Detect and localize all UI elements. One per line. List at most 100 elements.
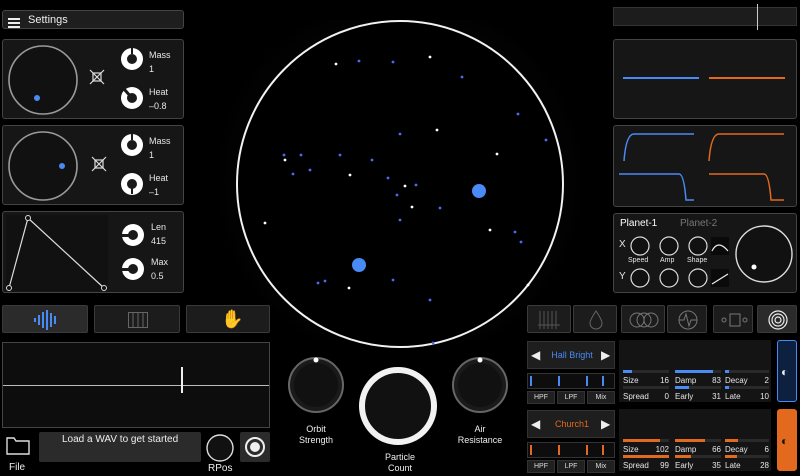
particle (544, 138, 548, 142)
y-amp-knob[interactable] (658, 267, 680, 289)
reverb-2-lpf-button[interactable]: LPF (557, 460, 585, 473)
reverb-param[interactable]: Spread 99 (623, 455, 669, 471)
x-shape-knob[interactable] (687, 235, 709, 257)
planet-1-body[interactable] (472, 184, 486, 198)
reverb-param[interactable]: Damp 66 (675, 439, 721, 455)
delay-mode-button[interactable] (713, 305, 753, 333)
simulation-canvas[interactable] (230, 20, 570, 350)
len-knob[interactable] (120, 222, 146, 248)
line-shape-icon (711, 269, 729, 287)
mass-label: Mass (149, 136, 171, 146)
reverb-param[interactable]: Decay 2 (725, 370, 769, 386)
drop-mode-button[interactable] (573, 305, 617, 333)
heat-label: Heat (149, 87, 169, 97)
particle (526, 283, 530, 287)
reverb-param[interactable]: Size 102 (623, 439, 669, 455)
half-circle-icon: ◐ (781, 365, 789, 379)
waveform-icon (34, 310, 56, 330)
waveform-mode-button[interactable] (2, 305, 88, 333)
param-name: Late (725, 392, 741, 401)
tab-planet-1[interactable]: Planet-1 (620, 218, 657, 229)
link-icon[interactable] (89, 154, 109, 179)
air-resistance-knob[interactable] (450, 355, 510, 415)
reverb-param[interactable]: Late 10 (725, 386, 769, 402)
particle (348, 173, 352, 177)
reverb-1-preset-selector[interactable]: ◀ Hall Bright ▶ (527, 341, 615, 369)
lfo-mode-button[interactable] (667, 305, 707, 333)
reverb-2-mix-button[interactable]: Mix (587, 460, 615, 473)
sequencer-mode-button[interactable] (527, 305, 571, 333)
chorus-mode-button[interactable] (621, 305, 665, 333)
particle (398, 218, 402, 222)
reverb-param[interactable]: Damp 83 (675, 370, 721, 386)
reverb-2-toggle[interactable]: ◐ (777, 409, 797, 471)
particle-count-label: Particle Count (384, 452, 415, 473)
x-speed-knob[interactable] (629, 235, 651, 257)
reverb-param[interactable]: Early 35 (675, 455, 721, 471)
reverb-param[interactable]: Decay 6 (725, 439, 769, 455)
hand-mode-button[interactable]: ✋ (186, 305, 270, 333)
xy-pad[interactable] (732, 222, 796, 286)
particle (263, 221, 267, 225)
heat-knob[interactable] (119, 171, 145, 197)
waveform-display[interactable] (2, 342, 270, 428)
param-name: Decay (725, 376, 748, 385)
particle-count-knob[interactable] (358, 366, 438, 446)
particle (391, 60, 395, 64)
reverb-1-mix-button[interactable]: Mix (587, 391, 615, 404)
planet-1-position[interactable] (34, 95, 40, 101)
reverb-param[interactable]: Early 31 (675, 386, 721, 402)
file-message-box[interactable]: Load a WAV to get started (39, 432, 201, 462)
orbit-strength-knob[interactable] (286, 355, 346, 415)
envelope-graph[interactable] (6, 215, 108, 291)
settings-header[interactable]: Settings (2, 10, 184, 29)
reverb-mode-button[interactable] (757, 305, 797, 333)
reverb-2-preset-selector[interactable]: ◀ Church1 ▶ (527, 410, 615, 438)
playhead[interactable] (181, 367, 183, 393)
level-meter (613, 4, 797, 30)
reverb-1-hpf-button[interactable]: HPF (527, 391, 555, 404)
particle (308, 168, 312, 172)
planet-2-position[interactable] (59, 163, 65, 169)
param-value: 0 (664, 392, 669, 401)
particle (414, 183, 418, 187)
tab-planet-2[interactable]: Planet-2 (680, 218, 717, 229)
reverb-1-lpf-button[interactable]: LPF (557, 391, 585, 404)
keyboard-mode-button[interactable] (94, 305, 180, 333)
max-knob[interactable] (120, 256, 146, 282)
reverb-param[interactable]: Size 16 (623, 370, 669, 386)
envelope-point[interactable] (25, 215, 31, 221)
particle (395, 193, 399, 197)
y-speed-knob[interactable] (629, 267, 651, 289)
air-resistance-label: Air Resistance (457, 424, 503, 445)
reverb-2-hpf-button[interactable]: HPF (527, 460, 555, 473)
param-name: Late (725, 461, 741, 470)
folder-icon[interactable] (6, 435, 30, 460)
link-icon[interactable] (87, 67, 107, 92)
planet-2-body[interactable] (352, 258, 366, 272)
next-preset-icon[interactable]: ▶ (601, 417, 610, 431)
reverb-2-params: Size 102 Damp 66 Decay 6 Spread 99 Early 35 Late 28 (619, 409, 771, 471)
envelope-point[interactable] (6, 285, 12, 291)
y-shape-knob[interactable] (687, 267, 709, 289)
orbit-strength-label: Orbit Strength (298, 424, 334, 445)
x-amp-knob[interactable] (658, 235, 680, 257)
param-name: Damp (675, 445, 697, 454)
reverb-1-toggle[interactable]: ◐ (777, 340, 797, 402)
reverb-param[interactable]: Spread 0 (623, 386, 669, 402)
mass-knob[interactable] (119, 132, 145, 158)
planet-1-orbit-pad[interactable] (6, 43, 80, 117)
heat-knob[interactable] (119, 85, 145, 111)
envelope-point[interactable] (101, 285, 107, 291)
mass-knob[interactable] (119, 46, 145, 72)
particle (519, 240, 523, 244)
reverb-param[interactable]: Late 28 (725, 455, 769, 471)
rpos-knob[interactable] (205, 433, 235, 463)
particle (516, 112, 520, 116)
xy-pad-point[interactable] (751, 264, 757, 270)
planet-2-orbit-pad[interactable] (6, 129, 80, 203)
record-button[interactable] (240, 432, 270, 462)
next-preset-icon[interactable]: ▶ (601, 348, 610, 362)
menu-icon[interactable] (8, 15, 20, 28)
param-bar (725, 455, 769, 458)
